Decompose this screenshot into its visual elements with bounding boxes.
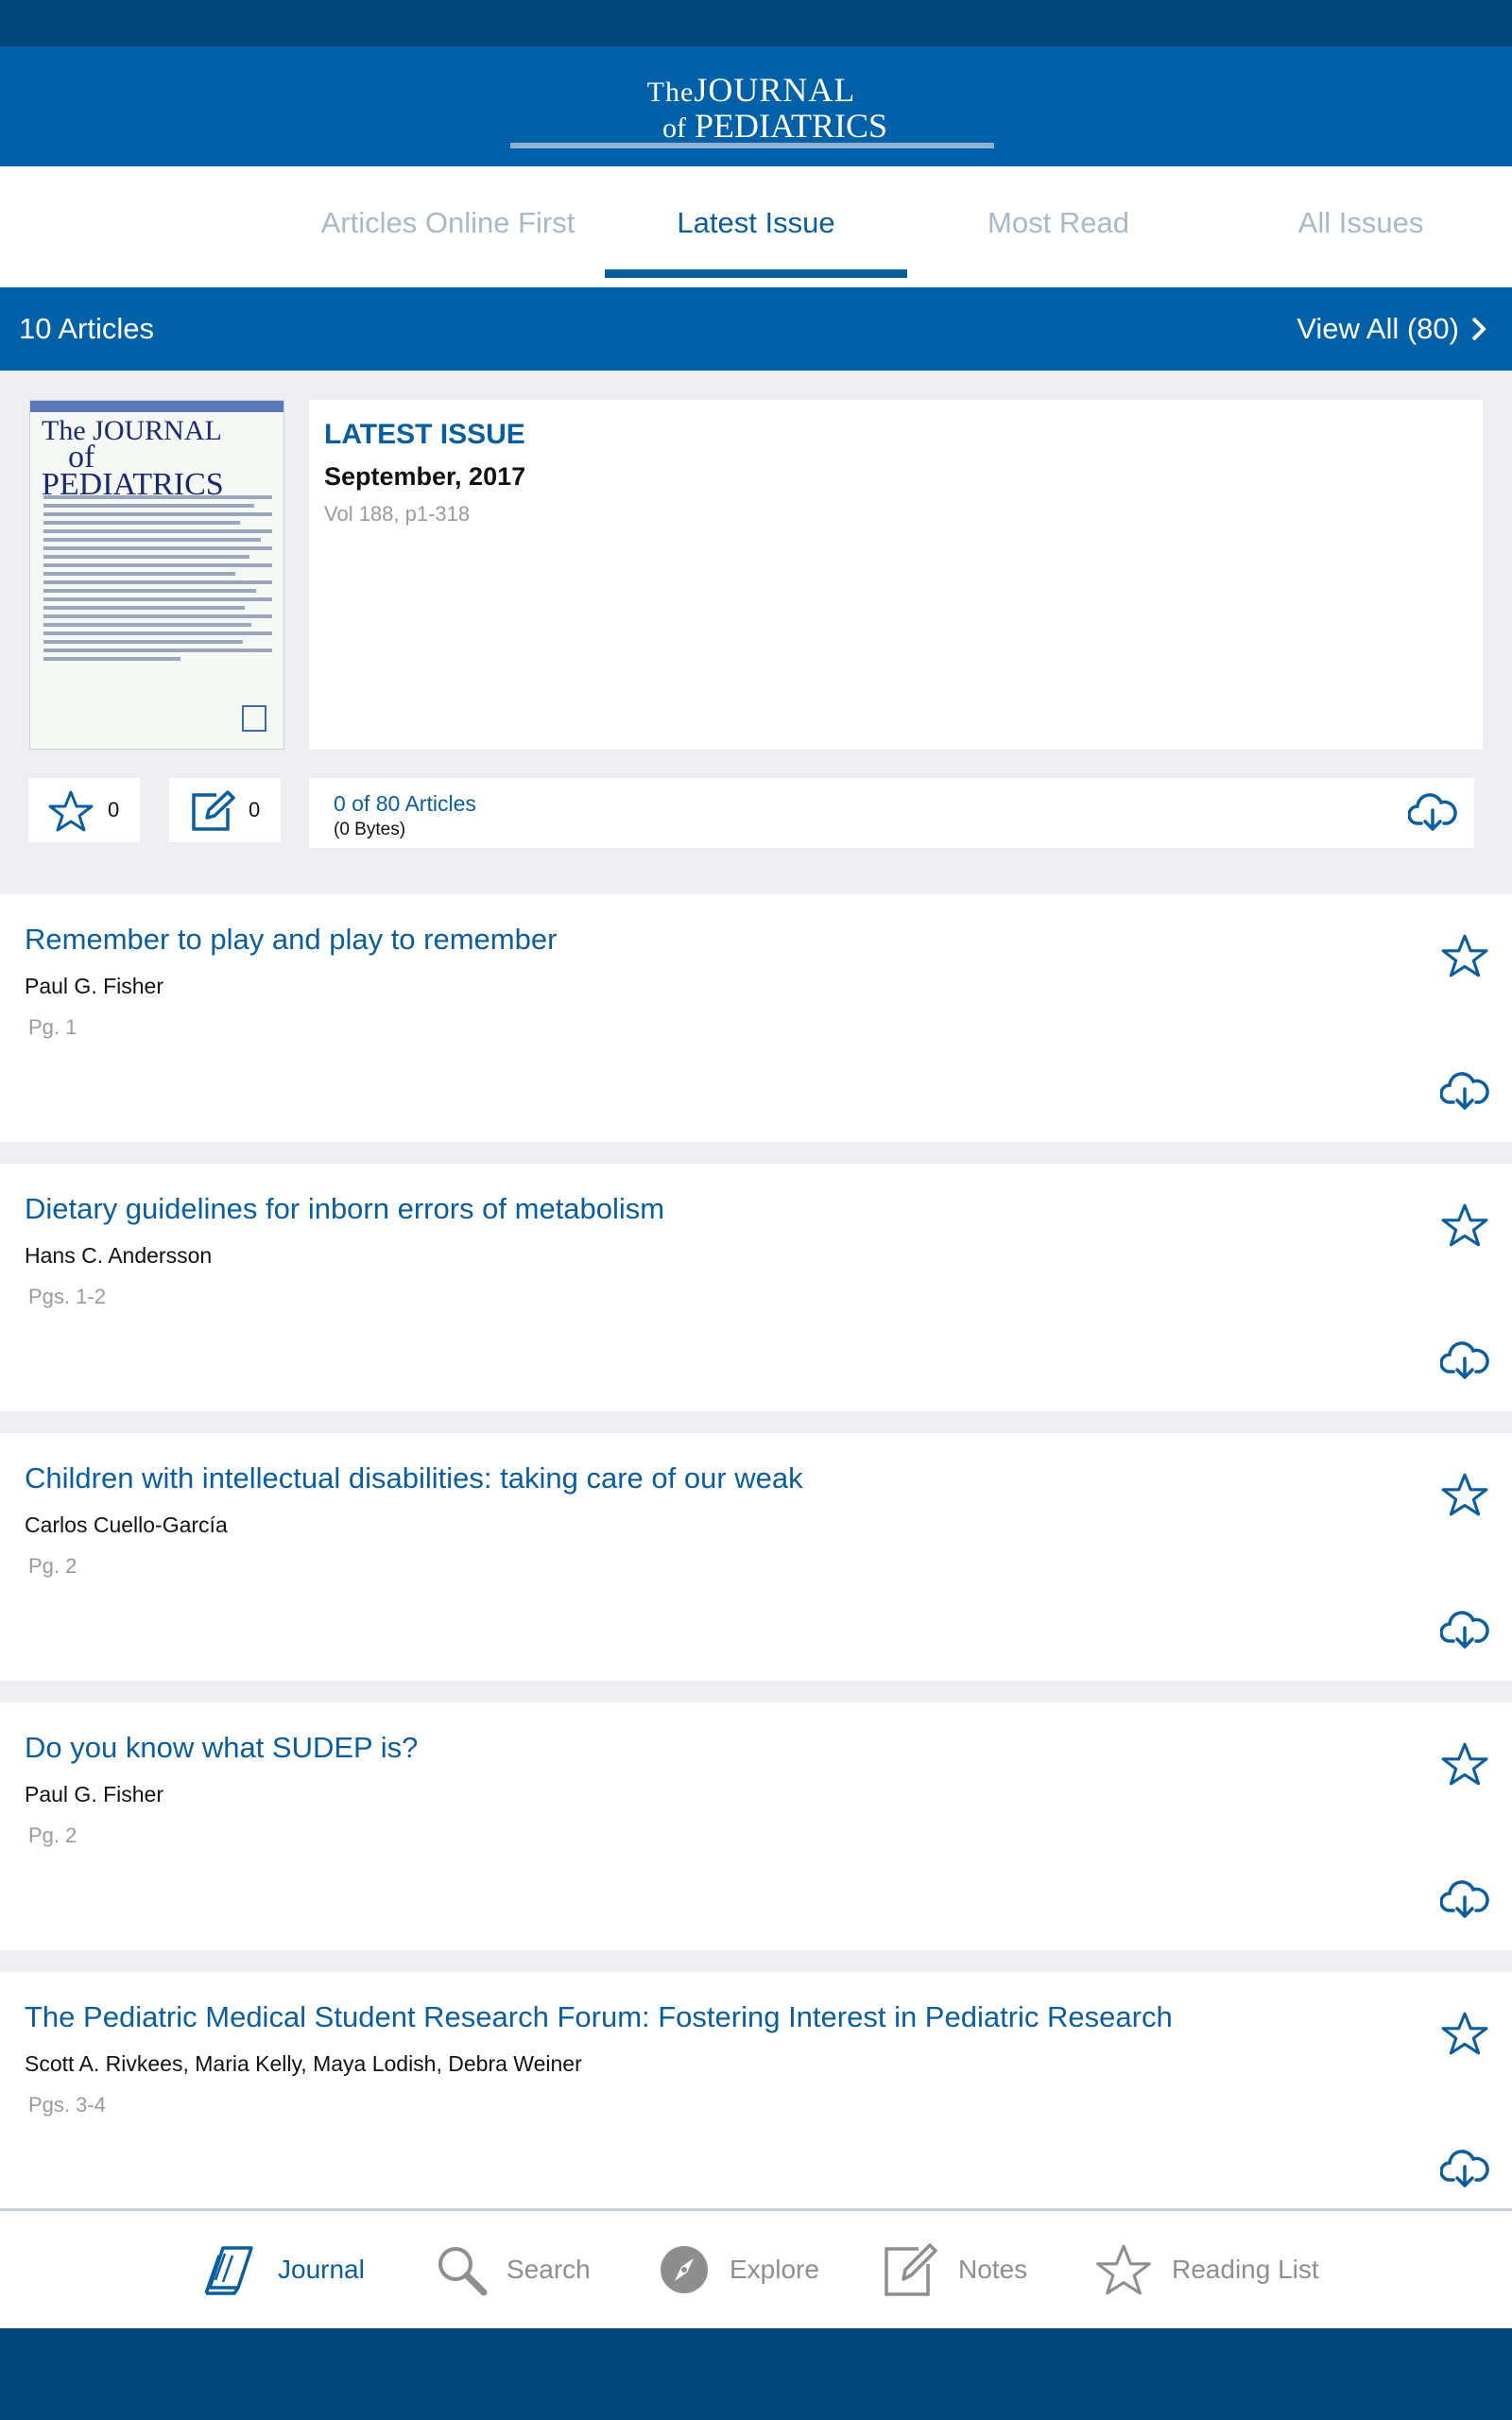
article-pages: Pg. 2 bbox=[28, 1824, 77, 1847]
nav-reading-list[interactable]: Reading List bbox=[1094, 2211, 1319, 2328]
compass-icon bbox=[661, 2246, 708, 2293]
cloud-download-icon[interactable] bbox=[1440, 1340, 1489, 1381]
articles-count: 10 Articles bbox=[19, 312, 155, 345]
article-row[interactable]: Remember to play and play to remember Pa… bbox=[0, 894, 1512, 1142]
tab-most-read[interactable]: Most Read bbox=[907, 166, 1210, 287]
downloaded-size: (0 Bytes) bbox=[334, 820, 406, 839]
issue-info-card: LATEST ISSUE September, 2017 Vol 188, p1… bbox=[309, 400, 1483, 750]
article-row[interactable]: The Pediatric Medical Student Research F… bbox=[0, 1972, 1512, 2208]
nav-search[interactable]: Search bbox=[435, 2211, 591, 2328]
active-tab-indicator bbox=[605, 269, 907, 278]
issue-volume: Vol 188, p1-318 bbox=[324, 502, 471, 526]
article-authors: Paul G. Fisher bbox=[25, 974, 163, 998]
star-icon[interactable] bbox=[1440, 2010, 1489, 2057]
tab-bar: Articles Online First Latest Issue Most … bbox=[0, 166, 1512, 287]
star-icon[interactable] bbox=[1440, 1471, 1489, 1518]
issue-cover-image[interactable]: The JOURNAL of PEDIATRICS bbox=[29, 400, 284, 750]
article-title[interactable]: Dietary guidelines for inborn errors of … bbox=[25, 1192, 664, 1226]
downloaded-articles-count: 0 of 80 Articles bbox=[334, 791, 476, 816]
tab-articles-online-first[interactable]: Articles Online First bbox=[297, 166, 599, 287]
article-row[interactable]: Dietary guidelines for inborn errors of … bbox=[0, 1164, 1512, 1411]
article-authors: Carlos Cuello-García bbox=[25, 1512, 228, 1537]
article-authors: Paul G. Fisher bbox=[25, 1782, 163, 1806]
journal-logo: TheJOURNAL of PEDIATRICS bbox=[510, 73, 994, 148]
article-pages: Pg. 2 bbox=[28, 1554, 77, 1578]
issue-summary: The JOURNAL of PEDIATRICS LATEST ISSUE Se… bbox=[0, 371, 1512, 892]
cloud-download-icon[interactable] bbox=[1440, 1609, 1489, 1651]
article-authors: Hans C. Andersson bbox=[25, 1243, 213, 1268]
view-all-link[interactable]: View All (80) bbox=[1297, 287, 1459, 371]
star-icon[interactable] bbox=[1440, 932, 1489, 979]
star-icon bbox=[1096, 2244, 1151, 2295]
cloud-download-icon[interactable] bbox=[1440, 1070, 1489, 1112]
article-pages: Pg. 1 bbox=[28, 1015, 77, 1039]
tab-all-issues[interactable]: All Issues bbox=[1210, 166, 1512, 287]
article-title[interactable]: Do you know what SUDEP is? bbox=[25, 1731, 418, 1765]
article-title[interactable]: Children with intellectual disabilities:… bbox=[25, 1461, 803, 1495]
system-navigation-bar bbox=[0, 2328, 1512, 2420]
articles-count-bar: 10 Articles View All (80) bbox=[0, 287, 1512, 371]
nav-explore[interactable]: Explore bbox=[658, 2211, 819, 2328]
starred-count-button[interactable]: 0 bbox=[28, 778, 140, 842]
star-icon[interactable] bbox=[1440, 1201, 1489, 1249]
edit-note-icon bbox=[192, 790, 235, 831]
nav-journal[interactable]: Journal bbox=[202, 2211, 365, 2328]
status-bar bbox=[0, 0, 1512, 46]
journal-icon bbox=[204, 2246, 253, 2295]
chevron-right-icon[interactable] bbox=[1467, 316, 1491, 342]
article-pages: Pgs. 1-2 bbox=[28, 1285, 106, 1308]
issue-label: LATEST ISSUE bbox=[324, 419, 525, 450]
issue-date: September, 2017 bbox=[324, 462, 526, 491]
article-title[interactable]: The Pediatric Medical Student Research F… bbox=[25, 2000, 1173, 2034]
cloud-download-icon[interactable] bbox=[1440, 2148, 1489, 2189]
app-header: TheJOURNAL of PEDIATRICS bbox=[0, 46, 1512, 166]
cloud-download-icon[interactable] bbox=[1408, 791, 1457, 833]
search-icon bbox=[438, 2247, 488, 2296]
download-status-card[interactable]: 0 of 80 Articles (0 Bytes) bbox=[309, 778, 1474, 848]
article-title[interactable]: Remember to play and play to remember bbox=[25, 923, 557, 957]
article-row[interactable]: Children with intellectual disabilities:… bbox=[0, 1433, 1512, 1681]
nav-notes[interactable]: Notes bbox=[883, 2211, 1027, 2328]
article-pages: Pgs. 3-4 bbox=[28, 2093, 106, 2117]
bottom-navigation: Journal Search Explore Notes Reading Lis… bbox=[0, 2208, 1512, 2328]
notes-count-button[interactable]: 0 bbox=[169, 778, 281, 842]
article-row[interactable]: Do you know what SUDEP is? Paul G. Fishe… bbox=[0, 1703, 1512, 1950]
cloud-download-icon[interactable] bbox=[1440, 1878, 1489, 1920]
note-icon bbox=[885, 2243, 937, 2296]
star-icon[interactable] bbox=[1440, 1740, 1489, 1788]
star-icon bbox=[48, 790, 94, 832]
article-authors: Scott A. Rivkees, Maria Kelly, Maya Lodi… bbox=[25, 2051, 582, 2076]
